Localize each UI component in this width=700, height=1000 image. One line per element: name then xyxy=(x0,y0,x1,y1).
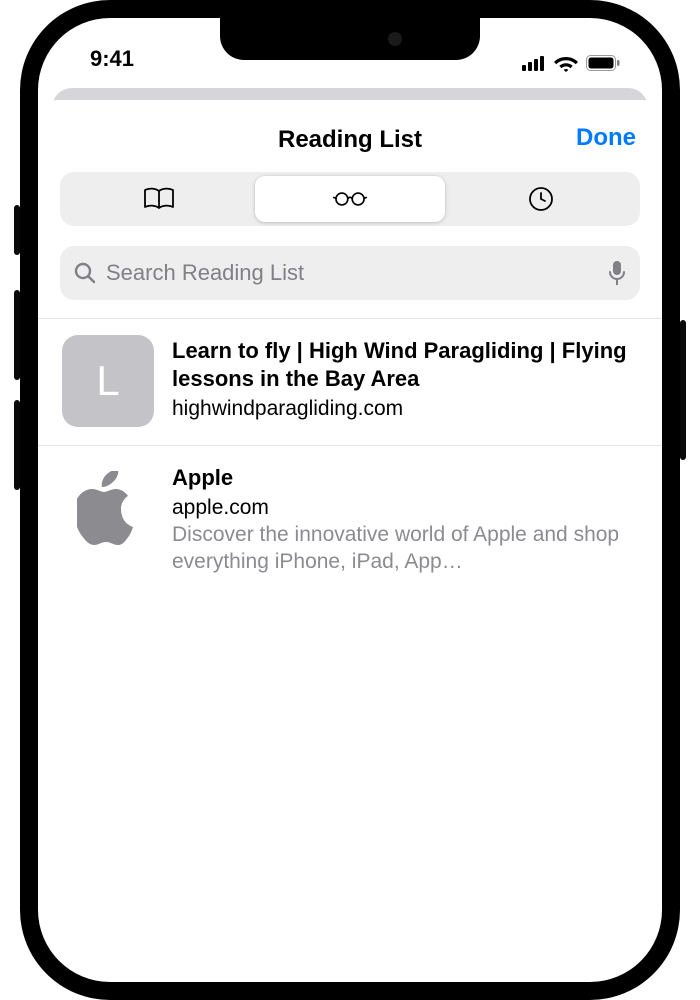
item-domain: apple.com xyxy=(172,496,638,520)
reading-list: L Learn to fly | High Wind Paragliding |… xyxy=(38,318,662,594)
item-thumbnail xyxy=(62,462,154,554)
side-button xyxy=(680,320,686,460)
glasses-icon xyxy=(333,186,367,212)
item-title: Learn to fly | High Wind Paragliding | F… xyxy=(172,337,638,393)
search-field[interactable] xyxy=(60,246,640,300)
side-button xyxy=(14,205,20,255)
item-text: Learn to fly | High Wind Paragliding | F… xyxy=(172,335,638,427)
segmented-control[interactable] xyxy=(60,172,640,226)
apple-logo-icon xyxy=(77,471,139,545)
search-input[interactable] xyxy=(106,260,598,286)
notch xyxy=(220,18,480,60)
side-button xyxy=(14,290,20,380)
status-time: 9:41 xyxy=(90,46,134,72)
side-button xyxy=(14,400,20,490)
item-domain: highwindparagliding.com xyxy=(172,397,638,421)
item-thumbnail: L xyxy=(62,335,154,427)
status-icons xyxy=(522,54,620,72)
page-title: Reading List xyxy=(58,126,642,154)
cellular-icon xyxy=(522,55,546,71)
list-item[interactable]: Apple apple.com Discover the innovative … xyxy=(38,445,662,594)
done-button[interactable]: Done xyxy=(576,124,636,152)
item-title: Apple xyxy=(172,464,638,492)
battery-icon xyxy=(586,55,620,71)
wifi-icon xyxy=(554,54,578,72)
search-icon xyxy=(74,262,96,284)
thumb-letter: L xyxy=(96,357,119,405)
phone-frame: 9:41 Reading List Done xyxy=(20,0,680,1000)
item-text: Apple apple.com Discover the innovative … xyxy=(172,462,638,576)
clock-icon xyxy=(524,186,558,212)
tab-bookmarks[interactable] xyxy=(64,176,255,222)
mic-icon[interactable] xyxy=(608,260,626,286)
book-icon xyxy=(142,186,176,212)
screen: 9:41 Reading List Done xyxy=(38,18,662,982)
tab-reading-list[interactable] xyxy=(255,176,446,222)
list-item[interactable]: L Learn to fly | High Wind Paragliding |… xyxy=(38,318,662,445)
sheet-header: Reading List Done xyxy=(38,120,662,172)
item-description: Discover the innovative world of Apple a… xyxy=(172,522,638,576)
tab-history[interactable] xyxy=(445,176,636,222)
bookmarks-sheet: Reading List Done xyxy=(38,100,662,594)
